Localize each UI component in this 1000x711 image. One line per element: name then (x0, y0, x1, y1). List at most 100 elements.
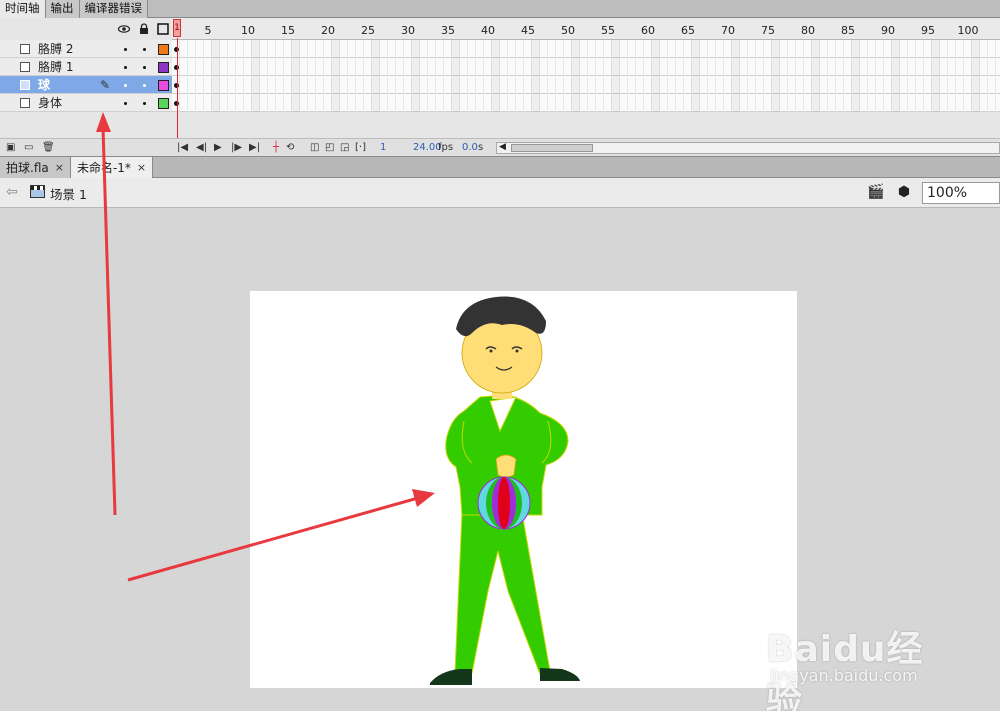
visibility-dot[interactable] (124, 84, 127, 87)
play-icon[interactable]: ▶ (214, 141, 222, 154)
frame-band (252, 40, 260, 112)
ruler-label: 20 (321, 24, 335, 37)
close-icon[interactable]: × (55, 158, 64, 178)
edit-symbols-icon[interactable]: ⬢ (894, 183, 914, 201)
frame-band (572, 40, 580, 112)
doc-tab-untitled[interactable]: 未命名-1* × (70, 157, 154, 178)
lock-dot[interactable] (143, 102, 146, 105)
first-frame-icon[interactable]: |◀ (177, 141, 188, 154)
time-unit: s (478, 142, 484, 153)
back-arrow-icon[interactable]: ⇦ (6, 184, 18, 200)
baidu-watermark: Baidu经验 jingyan.baidu.com (760, 600, 950, 711)
frame-band (652, 40, 660, 112)
ruler-label: 80 (801, 24, 815, 37)
layer-color-swatch[interactable] (158, 44, 169, 55)
layer-icon (20, 98, 30, 108)
step-back-icon[interactable]: ◀| (196, 141, 207, 154)
ruler-label: 55 (601, 24, 615, 37)
ruler-label: 90 (881, 24, 895, 37)
timeline-panel: 胳膊 2 胳膊 1 球 ✎ 身体 5 10 15 20 25 30 35 40 … (0, 18, 1000, 158)
frame-band (852, 40, 860, 112)
tab-timeline[interactable]: 时间轴 (0, 0, 46, 18)
frame-band (452, 40, 460, 112)
layer-row-arm1[interactable]: 胳膊 1 (0, 58, 172, 76)
delete-layer-icon[interactable]: 🗑 (42, 141, 55, 154)
ruler-label: 15 (281, 24, 295, 37)
ruler-label: 50 (561, 24, 575, 37)
layer-icon (20, 62, 30, 72)
lock-dot[interactable] (143, 48, 146, 51)
layer-row-ball[interactable]: 球 ✎ (0, 76, 172, 94)
layer-row-arm2[interactable]: 胳膊 2 (0, 40, 172, 58)
layer-icon (20, 80, 30, 90)
ruler-label: 10 (241, 24, 255, 37)
scroll-left-icon[interactable]: ◀ (499, 142, 506, 152)
scrollbar-thumb[interactable] (511, 144, 593, 152)
ruler-label: 65 (681, 24, 695, 37)
ruler-label: 5 (204, 24, 212, 37)
doc-tab-label: 未命名-1* (76, 160, 131, 175)
onion-outline-icon[interactable]: ◰ (325, 141, 334, 154)
playhead[interactable]: 1 (173, 19, 181, 37)
current-frame[interactable]: 1 (380, 141, 386, 154)
fps-unit: fps (438, 142, 454, 153)
timeline-scrollbar[interactable]: ◀ (496, 142, 1000, 154)
last-frame-icon[interactable]: ▶| (249, 141, 260, 154)
new-layer-icon[interactable]: ▣ (6, 141, 15, 154)
ruler-label: 85 (841, 24, 855, 37)
center-frame-icon[interactable]: ┼ (273, 141, 279, 154)
layer-header (0, 18, 172, 40)
edit-scene-icon[interactable]: 🎬 (866, 183, 886, 201)
elapsed-time[interactable]: 0.0 (462, 141, 478, 154)
modify-markers-icon[interactable]: [·] (355, 141, 366, 154)
new-folder-icon[interactable]: ▭ (24, 141, 33, 154)
ruler-label: 25 (361, 24, 375, 37)
frame-band (492, 40, 500, 112)
frame-band (772, 40, 780, 112)
layer-color-swatch[interactable] (158, 80, 169, 91)
tab-compiler-errors[interactable]: 编译器错误 (79, 0, 148, 18)
layer-name: 胳膊 1 (38, 60, 74, 74)
frame-band (372, 40, 380, 112)
ruler-label: 95 (921, 24, 935, 37)
eye-icon[interactable] (117, 23, 131, 35)
tab-output[interactable]: 输出 (45, 0, 80, 18)
edit-multiple-icon[interactable]: ◲ (340, 141, 349, 154)
lock-dot[interactable] (143, 66, 146, 69)
onion-skin-icon[interactable]: ◫ (310, 141, 319, 154)
frame-band (972, 40, 980, 112)
ruler-label: 45 (521, 24, 535, 37)
frame-area[interactable]: 5 10 15 20 25 30 35 40 45 50 55 60 65 70… (172, 18, 1000, 158)
layer-color-swatch[interactable] (158, 98, 169, 109)
layer-row-body[interactable]: 身体 (0, 94, 172, 112)
character-drawing[interactable] (250, 291, 797, 688)
frame-band (692, 40, 700, 112)
clapperboard-icon (30, 185, 45, 198)
zoom-field[interactable]: 100% (922, 182, 1000, 204)
visibility-dot[interactable] (124, 66, 127, 69)
ruler-label: 35 (441, 24, 455, 37)
doc-tab-paiqiu[interactable]: 拍球.fla × (0, 157, 71, 178)
frame-band (932, 40, 940, 112)
visibility-dot[interactable] (124, 102, 127, 105)
frame-band (612, 40, 620, 112)
step-forward-icon[interactable]: |▶ (231, 141, 242, 154)
frame-band (732, 40, 740, 112)
frame-band (332, 40, 340, 112)
doc-tab-label: 拍球.fla (6, 160, 49, 175)
outline-icon[interactable] (157, 23, 169, 35)
frame-ruler[interactable]: 5 10 15 20 25 30 35 40 45 50 55 60 65 70… (172, 18, 1000, 40)
visibility-dot[interactable] (124, 48, 127, 51)
lock-dot[interactable] (143, 84, 146, 87)
ruler-label: 70 (721, 24, 735, 37)
frame-band (292, 40, 300, 112)
ruler-label: 30 (401, 24, 415, 37)
loop-icon[interactable]: ⟲ (286, 141, 294, 154)
layer-name: 胳膊 2 (38, 42, 74, 56)
stage[interactable] (250, 291, 797, 688)
layer-name: 身体 (38, 96, 63, 110)
close-icon[interactable]: × (137, 158, 146, 178)
layer-name: 球 (38, 78, 51, 92)
layer-color-swatch[interactable] (158, 62, 169, 73)
lock-icon[interactable] (138, 23, 150, 35)
